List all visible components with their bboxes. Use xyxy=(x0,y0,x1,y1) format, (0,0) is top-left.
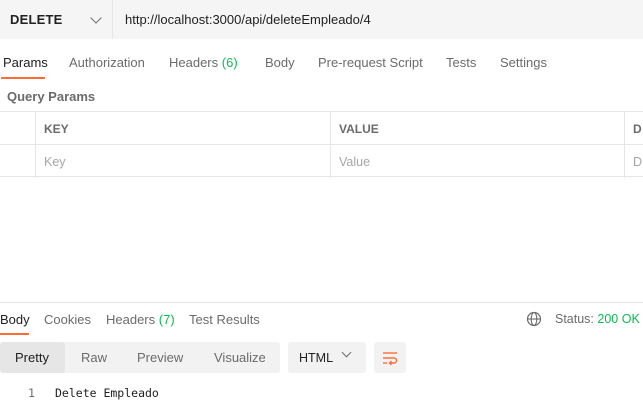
language-label: HTML xyxy=(299,350,334,365)
tab-headers-label: Headers xyxy=(169,55,219,70)
url-input[interactable]: http://localhost:3000/api/deleteEmpleado… xyxy=(113,0,643,39)
wrap-lines-button[interactable] xyxy=(374,342,406,373)
column-header-description: D xyxy=(624,112,643,145)
method-dropdown[interactable]: DELETE xyxy=(0,0,113,39)
response-tab-cookies[interactable]: Cookies xyxy=(44,312,91,327)
query-params-title: Query Params xyxy=(7,89,96,104)
response-tab-headers-count: (7) xyxy=(158,312,175,327)
language-dropdown[interactable]: HTML xyxy=(288,342,366,373)
tab-pre-request-script[interactable]: Pre-request Script xyxy=(318,55,423,70)
active-tab-indicator xyxy=(1,77,45,79)
method-label: DELETE xyxy=(10,12,63,27)
tab-tests[interactable]: Tests xyxy=(446,55,476,70)
query-params-table: KEY VALUE D Key Value D xyxy=(0,111,643,178)
table-row: Key Value D xyxy=(0,144,643,178)
tab-params[interactable]: Params xyxy=(3,55,48,70)
tab-headers-count: (6) xyxy=(221,55,238,70)
param-description-input[interactable]: D xyxy=(624,145,643,178)
active-response-tab-indicator xyxy=(0,333,29,335)
param-value-input[interactable]: Value xyxy=(330,145,624,178)
response-tab-body[interactable]: Body xyxy=(0,312,30,327)
column-header-value: VALUE xyxy=(330,112,624,145)
view-visualize-button[interactable]: Visualize xyxy=(214,342,266,373)
response-tab-headers-label: Headers xyxy=(106,312,156,327)
request-bar: DELETE http://localhost:3000/api/deleteE… xyxy=(0,0,643,39)
column-header-key: KEY xyxy=(35,112,330,145)
response-tab-headers[interactable]: Headers (7) xyxy=(106,312,175,327)
table-header-row: KEY VALUE D xyxy=(0,111,643,145)
param-key-input[interactable]: Key xyxy=(35,145,330,178)
chevron-down-icon xyxy=(90,11,102,24)
view-raw-button[interactable]: Raw xyxy=(81,342,107,373)
status-value: 200 OK xyxy=(597,312,640,326)
response-body-text: Delete Empleado xyxy=(55,386,159,400)
line-number: 1 xyxy=(28,386,35,400)
response-tab-test-results[interactable]: Test Results xyxy=(189,312,260,327)
response-body-line: 1 Delete Empleado xyxy=(0,386,643,402)
tab-authorization[interactable]: Authorization xyxy=(69,55,145,70)
wrap-lines-icon xyxy=(383,351,398,365)
tab-body[interactable]: Body xyxy=(265,55,295,70)
view-mode-selector: Pretty Raw Preview Visualize xyxy=(0,342,280,373)
status-indicator: Status: 200 OK xyxy=(555,312,640,326)
tab-headers[interactable]: Headers (6) xyxy=(169,55,238,70)
chevron-down-icon xyxy=(341,347,352,358)
view-pretty-button[interactable]: Pretty xyxy=(0,342,65,373)
view-preview-button[interactable]: Preview xyxy=(137,342,183,373)
response-tabs: Body Cookies Headers (7) Test Results St… xyxy=(0,302,643,336)
tab-settings[interactable]: Settings xyxy=(500,55,547,70)
status-label: Status: xyxy=(555,312,594,326)
globe-icon[interactable] xyxy=(526,311,542,327)
request-tabs: Params Authorization Headers (6) Body Pr… xyxy=(0,50,643,80)
